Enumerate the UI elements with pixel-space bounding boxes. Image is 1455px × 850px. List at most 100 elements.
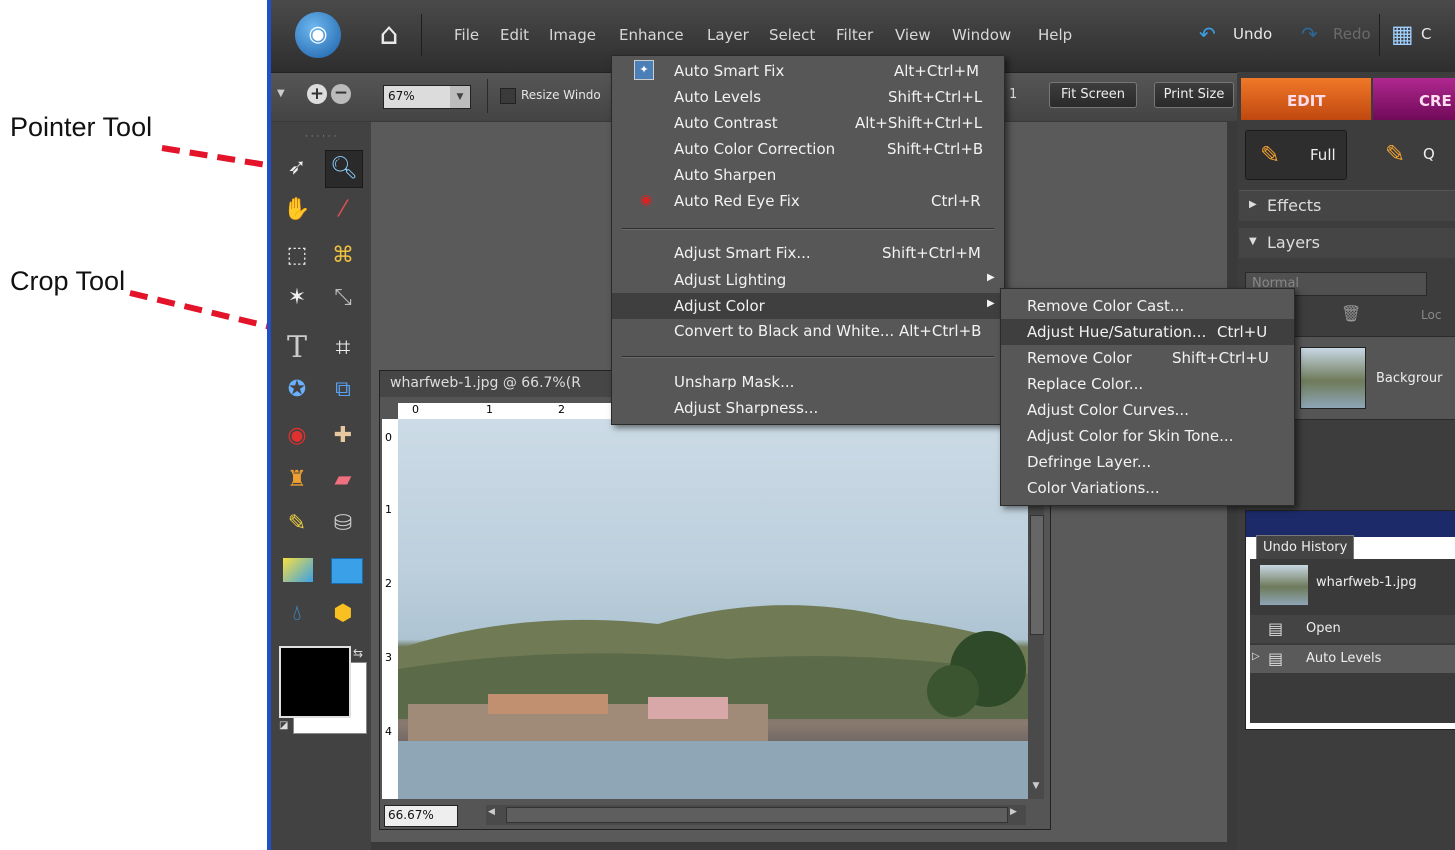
vertical-scroll-thumb[interactable] <box>1030 515 1044 635</box>
menu-select[interactable]: Select <box>769 26 815 44</box>
menu-item-auto-red-eye-fix[interactable]: ◉ Auto Red Eye Fix Ctrl+R <box>612 188 1004 214</box>
trash-icon[interactable]: 🗑︎ <box>1341 304 1361 323</box>
menu-layer[interactable]: Layer <box>707 26 749 44</box>
zoom-tool-icon[interactable]: 🔍︎ <box>325 150 363 188</box>
menu-item-adjust-smart-fix[interactable]: Adjust Smart Fix... Shift+Ctrl+M <box>612 240 1004 266</box>
menu-item-remove-color-cast[interactable]: Remove Color Cast... <box>1001 293 1294 319</box>
type-tool-icon[interactable]: T <box>279 330 315 366</box>
wharf-photo[interactable] <box>398 419 1028 799</box>
redo-icon: ↷ <box>1301 22 1318 46</box>
menu-filter[interactable]: Filter <box>836 26 873 44</box>
menu-item-auto-smart-fix[interactable]: ✦ Auto Smart Fix Alt+Ctrl+M <box>612 58 1004 84</box>
menu-item-label: Remove Color Cast... <box>1027 297 1185 315</box>
menu-image[interactable]: Image <box>549 26 596 44</box>
organizer-button[interactable]: C <box>1421 25 1431 43</box>
menu-item-unsharp-mask[interactable]: Unsharp Mask... <box>612 369 1004 395</box>
default-colors-icon[interactable]: ◪ <box>279 720 288 731</box>
vertical-ruler[interactable]: 0 1 2 3 4 <box>382 419 399 799</box>
zoom-status-field[interactable]: 66.67% <box>384 805 458 827</box>
history-item-file[interactable]: wharfweb-1.jpg <box>1250 559 1455 611</box>
scroll-down-arrow-icon[interactable]: ▼ <box>1030 781 1042 797</box>
menu-item-adjust-color[interactable]: Adjust Color ▶ <box>612 293 1004 319</box>
menu-item-auto-levels[interactable]: Auto Levels Shift+Ctrl+L <box>612 84 1004 110</box>
quick-fix-button[interactable]: ✎ Q <box>1377 130 1455 178</box>
hand-tool-icon[interactable]: ✋ <box>279 192 315 228</box>
layers-panel-header[interactable]: ▼ Layers <box>1239 228 1455 258</box>
shape-tool-icon[interactable]: ✪ <box>279 372 315 408</box>
menu-item-auto-color-correction[interactable]: Auto Color Correction Shift+Ctrl+B <box>612 136 1004 162</box>
resize-window-checkbox[interactable] <box>500 88 516 104</box>
menu-item-remove-color[interactable]: Remove Color Shift+Ctrl+U <box>1001 345 1294 371</box>
menu-item-adjust-hue-saturation[interactable]: Adjust Hue/Saturation... Ctrl+U <box>1001 319 1294 345</box>
eraser-tool-icon[interactable]: ▰ <box>325 462 361 498</box>
menu-item-label: Convert to Black and White... <box>674 322 895 340</box>
sponge-tool-icon[interactable]: ⬢ <box>325 596 361 632</box>
menu-item-auto-sharpen[interactable]: Auto Sharpen <box>612 162 1004 188</box>
magic-wand-tool-icon[interactable]: ✶ <box>279 280 315 316</box>
zoom-field[interactable]: 67% ▼ <box>383 85 471 109</box>
menu-item-color-variations[interactable]: Color Variations... <box>1001 475 1294 501</box>
camera-icon[interactable]: ◉ <box>295 12 341 58</box>
menu-view[interactable]: View <box>895 26 931 44</box>
zoom-dropdown-icon[interactable]: ▼ <box>450 86 470 108</box>
history-auto-levels-label: Auto Levels <box>1306 651 1382 666</box>
fit-screen-button[interactable]: Fit Screen <box>1049 82 1137 108</box>
gradient-tool-icon[interactable] <box>283 558 313 582</box>
toolbox-grip[interactable]: · · · · · · <box>305 132 336 142</box>
menu-edit[interactable]: Edit <box>500 26 529 44</box>
move-tool-icon[interactable]: ➶ <box>279 150 315 186</box>
healing-brush-tool-icon[interactable]: ✚ <box>325 418 361 454</box>
undo-button[interactable]: Undo <box>1233 25 1272 43</box>
menu-item-adjust-color-skin-tone[interactable]: Adjust Color for Skin Tone... <box>1001 423 1294 449</box>
home-icon[interactable]: ⌂ <box>371 18 407 54</box>
menu-item-adjust-lighting[interactable]: Adjust Lighting ▶ <box>612 267 1004 293</box>
menu-item-adjust-sharpness[interactable]: Adjust Sharpness... <box>612 395 1004 421</box>
menu-item-convert-to-black-and-white[interactable]: Convert to Black and White... Alt+Ctrl+B <box>612 318 1004 344</box>
undo-history-tab[interactable]: Undo History <box>1256 535 1354 560</box>
menu-file[interactable]: File <box>454 26 479 44</box>
effects-panel-header[interactable]: ▶ Effects <box>1239 190 1455 221</box>
zoom-in-icon[interactable]: + <box>307 84 327 104</box>
history-item-auto-levels[interactable]: ▷ ▤ Auto Levels <box>1250 645 1455 673</box>
menu-item-auto-contrast[interactable]: Auto Contrast Alt+Shift+Ctrl+L <box>612 110 1004 136</box>
rectangle-tool-icon[interactable] <box>331 558 363 584</box>
recompose-tool-icon[interactable]: ⧉ <box>325 372 361 408</box>
eyedropper-tool-icon[interactable]: ⁄ <box>325 192 361 228</box>
clone-stamp-tool-icon[interactable]: ♜ <box>279 462 315 498</box>
foreground-color-swatch[interactable] <box>279 646 351 718</box>
zoom-out-icon[interactable]: − <box>331 84 351 104</box>
scroll-left-arrow-icon[interactable]: ◀ <box>488 807 495 817</box>
horizontal-scroll-thumb[interactable] <box>506 807 1008 823</box>
ruler-v-label-4: 4 <box>385 725 392 738</box>
quick-selection-tool-icon[interactable]: ⤡ <box>325 280 361 316</box>
full-edit-button[interactable]: ✎ Full <box>1245 130 1347 180</box>
undo-history-titlebar[interactable] <box>1246 511 1455 537</box>
menu-item-label: Auto Color Correction <box>674 140 836 158</box>
scroll-right-arrow-icon[interactable]: ▶ <box>1010 807 1017 817</box>
full-edit-label: Full <box>1310 146 1336 164</box>
menu-item-defringe-layer[interactable]: Defringe Layer... <box>1001 449 1294 475</box>
options-menu-arrow-icon[interactable]: ▼ <box>277 88 285 99</box>
paint-bucket-tool-icon[interactable]: ⛁ <box>325 506 361 542</box>
history-item-open[interactable]: ▤ Open <box>1250 615 1455 643</box>
undo-icon[interactable]: ↶ <box>1199 22 1216 46</box>
blur-tool-icon[interactable]: 💧︎ <box>279 596 315 632</box>
swap-colors-icon[interactable]: ⇆ <box>353 646 363 660</box>
tab-edit[interactable]: EDIT <box>1241 78 1371 120</box>
menu-window[interactable]: Window <box>952 26 1011 44</box>
menu-item-label: Auto Levels <box>674 88 762 106</box>
lasso-tool-icon[interactable]: ⌘ <box>325 238 361 274</box>
horizontal-scrollbar[interactable]: ◀ ▶ <box>486 805 1026 825</box>
crop-tool-icon[interactable]: ⌗ <box>325 330 361 366</box>
menu-help[interactable]: Help <box>1038 26 1072 44</box>
print-size-button[interactable]: Print Size <box>1154 82 1234 108</box>
red-eye-tool-icon[interactable]: ◉ <box>279 418 315 454</box>
tab-create[interactable]: CRE <box>1373 78 1455 120</box>
menu-item-adjust-color-curves[interactable]: Adjust Color Curves... <box>1001 397 1294 423</box>
menu-item-replace-color[interactable]: Replace Color... <box>1001 371 1294 397</box>
marquee-tool-icon[interactable]: ⬚ <box>279 238 315 274</box>
menu-enhance[interactable]: Enhance <box>619 26 684 44</box>
menu-item-label: Auto Sharpen <box>674 166 777 184</box>
organizer-icon[interactable]: ▦ <box>1391 20 1414 48</box>
pencil-tool-icon[interactable]: ✎ <box>279 506 315 542</box>
